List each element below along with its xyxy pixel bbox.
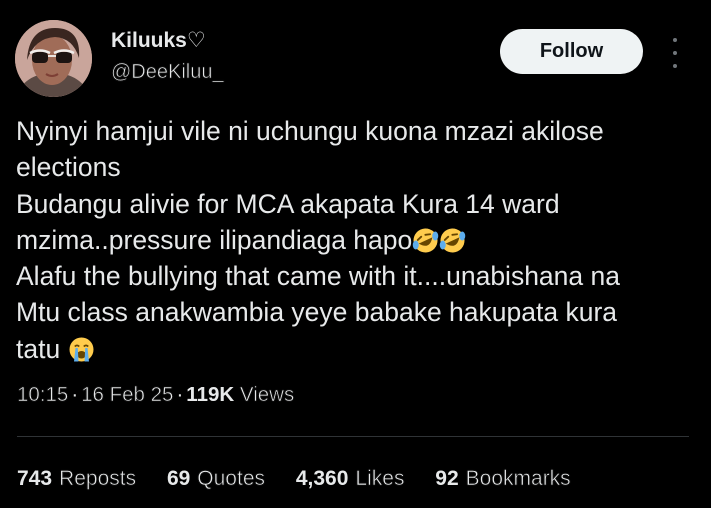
rolling-on-floor-laughing-icon	[413, 228, 439, 253]
meta-separator: ·	[71, 383, 79, 406]
tweet-line-text: Mtu class anakwambia yeye babake hakupat…	[16, 297, 618, 328]
bookmarks-stat[interactable]: 92 Bookmarks	[435, 466, 571, 492]
loudly-crying-face-icon	[69, 337, 94, 362]
stat-label: Likes	[355, 467, 405, 491]
engagement-stats: 743 Reposts 69 Quotes 4,360 Likes 92 Bookmar…	[17, 466, 596, 492]
stat-count: 69	[166, 467, 191, 490]
display-name-text: Kiluuks	[111, 29, 187, 52]
heart-badge-icon: ♡	[186, 29, 206, 52]
tweet-line: Mtu class anakwambia yeye babake hakupat…	[16, 294, 686, 330]
tweet-time[interactable]: 10:15	[17, 383, 69, 407]
tweet-line: tatu	[16, 331, 686, 367]
tweet-line-text: Alafu the bullying that came with it....…	[16, 261, 620, 292]
quotes-stat[interactable]: 69 Quotes	[167, 466, 265, 492]
stat-label: Quotes	[197, 467, 266, 491]
tweet-line-text: Nyinyi hamjui vile ni uchungu kuona mzaz…	[16, 116, 604, 146]
more-options-icon[interactable]	[664, 38, 686, 68]
stat-count: 4,360	[295, 467, 349, 490]
author-display-name[interactable]: Kiluuks♡	[111, 28, 206, 54]
tweet-line: Nyinyi hamjui vile ni uchungu kuona mzaz…	[16, 113, 686, 149]
tweet-line: Alafu the bullying that came with it....…	[16, 258, 686, 294]
stat-label: Reposts	[59, 467, 137, 491]
stat-count: 743	[17, 467, 53, 490]
tweet-text: Nyinyi hamjui vile ni uchungu kuona mzaz…	[16, 113, 686, 367]
author-handle[interactable]: @DeeKiluu_	[111, 60, 224, 84]
tweet-line-text: Budangu alivie for MCA akapata Kura 14 w…	[16, 188, 560, 219]
rolling-on-floor-laughing-icon	[440, 228, 466, 253]
views-label: Views	[239, 383, 295, 407]
reposts-stat[interactable]: 743 Reposts	[17, 466, 136, 492]
tweet-line-text: elections	[16, 152, 121, 183]
tweet-date[interactable]: 16 Feb 25	[81, 383, 174, 407]
follow-button[interactable]: Follow	[500, 29, 643, 74]
stat-count: 92	[435, 467, 459, 490]
tweet-line: elections	[16, 149, 686, 185]
more-dot	[673, 64, 677, 68]
tweet-line-text: tatu	[16, 333, 68, 364]
avatar[interactable]	[15, 20, 92, 97]
views-count: 119K	[186, 383, 235, 406]
more-dot	[673, 51, 677, 55]
more-dot	[673, 38, 677, 42]
stat-label: Bookmarks	[465, 467, 571, 491]
tweet-line-text: mzima..pressure ilipandiaga hapo	[16, 224, 413, 255]
tweet-line: Budangu alivie for MCA akapata Kura 14 w…	[16, 186, 686, 222]
tweet-meta: 10:15 · 16 Feb 25 · 119K Views	[17, 382, 295, 408]
meta-separator: ·	[176, 383, 184, 406]
tweet-line: mzima..pressure ilipandiaga hapo	[16, 222, 686, 258]
likes-stat[interactable]: 4,360 Likes	[296, 466, 405, 492]
divider	[17, 436, 689, 437]
